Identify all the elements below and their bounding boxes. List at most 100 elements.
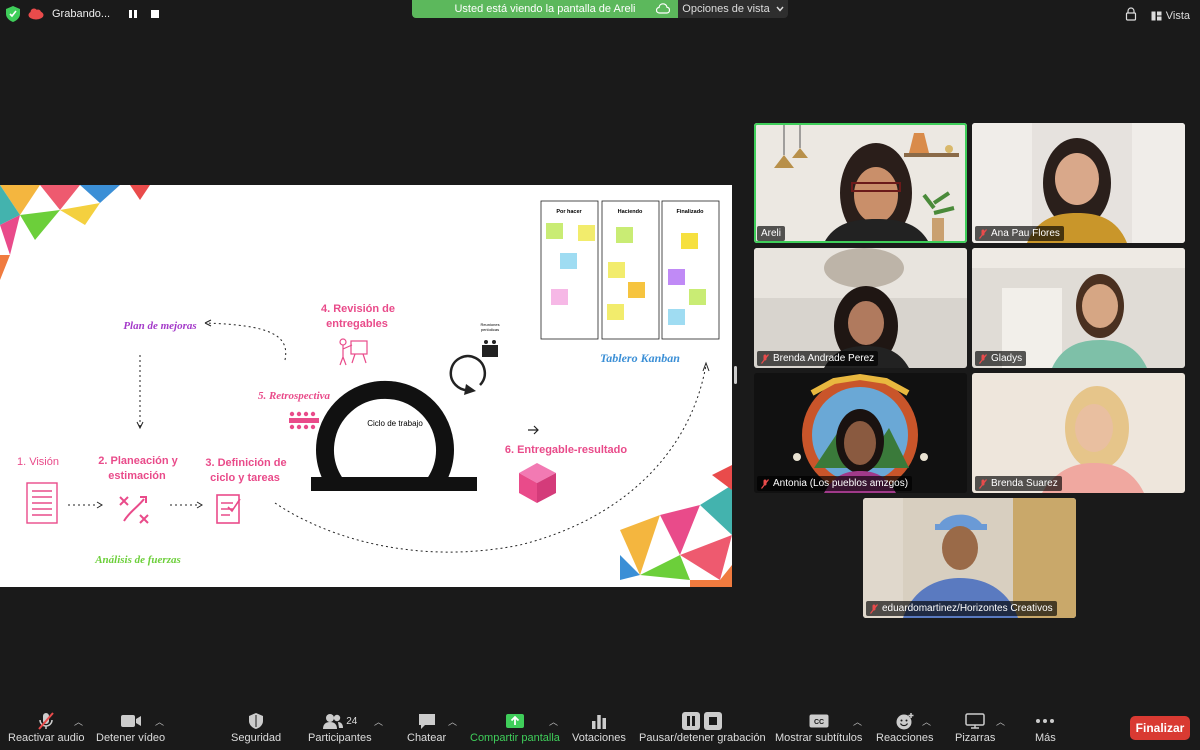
- meetings-label-2: periódicas: [481, 327, 499, 332]
- review-label-2: entregables: [326, 318, 388, 330]
- more-dots-icon: [1035, 710, 1055, 732]
- meeting-people-icon: [482, 340, 498, 357]
- meeting-toolbar: Reactivar audio ︿ Detener vídeo ︿ Seguri…: [0, 705, 1200, 750]
- smiley-plus-icon: [895, 710, 915, 732]
- screen-share-banner: Usted está viendo la pantalla de Areli: [412, 0, 678, 18]
- muted-mic-icon: [979, 353, 987, 364]
- kanban-title: Tablero Kanban: [600, 351, 680, 365]
- decorative-triangles-top-left: [0, 185, 150, 280]
- definition-label-1: 3. Definición de: [205, 457, 286, 469]
- end-meeting-button[interactable]: Finalizar: [1130, 716, 1190, 740]
- share-banner-text: Usted está viendo la pantalla de Areli: [454, 3, 636, 15]
- recording-cloud-icon: [28, 8, 44, 20]
- whiteboards-button[interactable]: Pizarras: [955, 710, 995, 744]
- definition-label-2: ciclo y tareas: [210, 472, 280, 484]
- bar-chart-icon: [591, 710, 607, 732]
- chat-bubble-icon: [417, 710, 437, 732]
- forces-label: Análisis de fuerzas: [94, 554, 181, 566]
- muted-mic-icon: [761, 353, 769, 364]
- deliverable-label: 6. Entregable-resultado: [505, 444, 628, 456]
- cloud-icon: [655, 3, 671, 17]
- box-icon: [519, 463, 556, 503]
- participants-count: 24: [346, 715, 358, 727]
- share-screen-button[interactable]: Compartir pantalla: [470, 710, 560, 744]
- video-tile-gladys[interactable]: Gladys: [972, 248, 1185, 368]
- pause-stop-recording-button[interactable]: Pausar/detener grabación: [639, 710, 766, 744]
- view-options-dropdown[interactable]: Opciones de vista: [678, 0, 788, 18]
- share-screen-icon: [505, 710, 525, 732]
- participant-video-brenda-andrade: [754, 248, 967, 368]
- chat-button[interactable]: Chatear: [407, 710, 446, 744]
- polls-button[interactable]: Votaciones: [572, 710, 626, 744]
- video-tile-brenda-suarez[interactable]: Brenda Suarez: [972, 373, 1185, 493]
- shield-icon: [248, 710, 264, 732]
- video-tile-eduardomartinez[interactable]: eduardomartinez/Horizontes Creativos: [863, 498, 1076, 618]
- view-button[interactable]: Vista: [1151, 10, 1190, 22]
- muted-microphone-icon: [36, 710, 56, 732]
- plan-label: Plan de mejoras: [123, 320, 196, 332]
- reactions-options-caret[interactable]: ︿: [922, 715, 931, 728]
- muted-mic-icon: [979, 228, 987, 239]
- participants-button[interactable]: 24 Participantes: [308, 710, 372, 744]
- participants-icon: 24: [322, 710, 357, 732]
- checklist-icon: [216, 494, 241, 524]
- participant-video-gladys: [972, 248, 1185, 368]
- video-camera-icon: [120, 710, 142, 732]
- participant-name-tag: Gladys: [975, 351, 1027, 366]
- participant-video-ana: [972, 123, 1185, 243]
- work-cycle-graphic: [311, 380, 477, 491]
- cycle-label: Ciclo de trabajo: [367, 419, 423, 428]
- retro-label: 5. Retrospectiva: [258, 390, 331, 402]
- participant-name-tag: Brenda Andrade Perez: [757, 351, 879, 366]
- vision-label: 1. Visión: [17, 456, 59, 468]
- team-icon: [289, 411, 319, 430]
- kanban-board: Por hacer Haciendo Finalizado Tablero Ka…: [540, 200, 720, 365]
- participant-name-tag: Areli: [757, 226, 786, 241]
- planning-label-1: 2. Planeación y: [98, 455, 178, 467]
- kanban-col-todo: Por hacer: [556, 209, 582, 215]
- participant-name-tag: Brenda Suarez: [975, 476, 1062, 491]
- pause-stop-icons: [682, 710, 723, 732]
- slide-canvas: Por hacer Haciendo Finalizado Tablero Ka…: [0, 185, 732, 587]
- pause-recording-icon[interactable]: [126, 7, 140, 21]
- participant-name-tag: Antonia (Los pueblos amzgos): [757, 476, 913, 491]
- video-tile-areli[interactable]: Areli: [754, 123, 967, 243]
- whiteboard-icon: [965, 710, 985, 732]
- security-button[interactable]: Seguridad: [231, 710, 281, 744]
- unmute-button[interactable]: Reactivar audio: [8, 710, 84, 744]
- whiteboards-options-caret[interactable]: ︿: [996, 715, 1005, 728]
- participant-video-areli: [754, 123, 967, 243]
- participant-video-brenda-suarez: [972, 373, 1185, 493]
- security-shield-icon[interactable]: [6, 6, 20, 22]
- svg-text:CC: CC: [814, 719, 824, 726]
- participant-video-antonia: [754, 373, 967, 493]
- participant-video-eduardo: [863, 498, 1076, 618]
- participant-name-tag: Ana Pau Flores: [975, 226, 1064, 241]
- share-options-caret[interactable]: ︿: [549, 715, 558, 728]
- more-button[interactable]: Más: [1035, 710, 1056, 744]
- stop-recording-icon[interactable]: [148, 7, 162, 21]
- video-tile-brenda-andrade[interactable]: Brenda Andrade Perez: [754, 248, 967, 368]
- review-label-1: 4. Revisión de: [321, 303, 395, 315]
- view-label: Vista: [1165, 9, 1190, 22]
- presenter-icon: [339, 338, 368, 366]
- video-tile-ana-pau-flores[interactable]: Ana Pau Flores: [972, 123, 1185, 243]
- recording-label: Grabando...: [52, 8, 111, 20]
- subtitles-options-caret[interactable]: ︿: [853, 715, 862, 728]
- grid-view-icon: [1151, 11, 1162, 20]
- split-view-handle[interactable]: [734, 366, 737, 384]
- participant-name-tag: eduardomartinez/Horizontes Creativos: [866, 601, 1057, 616]
- video-tile-antonia[interactable]: Antonia (Los pueblos amzgos): [754, 373, 967, 493]
- chat-options-caret[interactable]: ︿: [448, 715, 457, 728]
- pause-icon: [682, 712, 701, 730]
- immersive-view-icon[interactable]: [1125, 7, 1137, 24]
- muted-mic-icon: [979, 478, 987, 489]
- kanban-col-done: Finalizado: [677, 209, 705, 215]
- shared-screen-slide: Por hacer Haciendo Finalizado Tablero Ka…: [0, 185, 732, 587]
- participants-options-caret[interactable]: ︿: [374, 715, 383, 728]
- meeting-top-bar: Grabando... Usted está viendo la pantall…: [0, 0, 1200, 30]
- audio-options-caret[interactable]: ︿: [74, 715, 83, 728]
- show-subtitles-button[interactable]: CC Mostrar subtítulos: [775, 710, 862, 744]
- view-options-label: Opciones de vista: [682, 3, 770, 15]
- video-options-caret[interactable]: ︿: [155, 715, 164, 728]
